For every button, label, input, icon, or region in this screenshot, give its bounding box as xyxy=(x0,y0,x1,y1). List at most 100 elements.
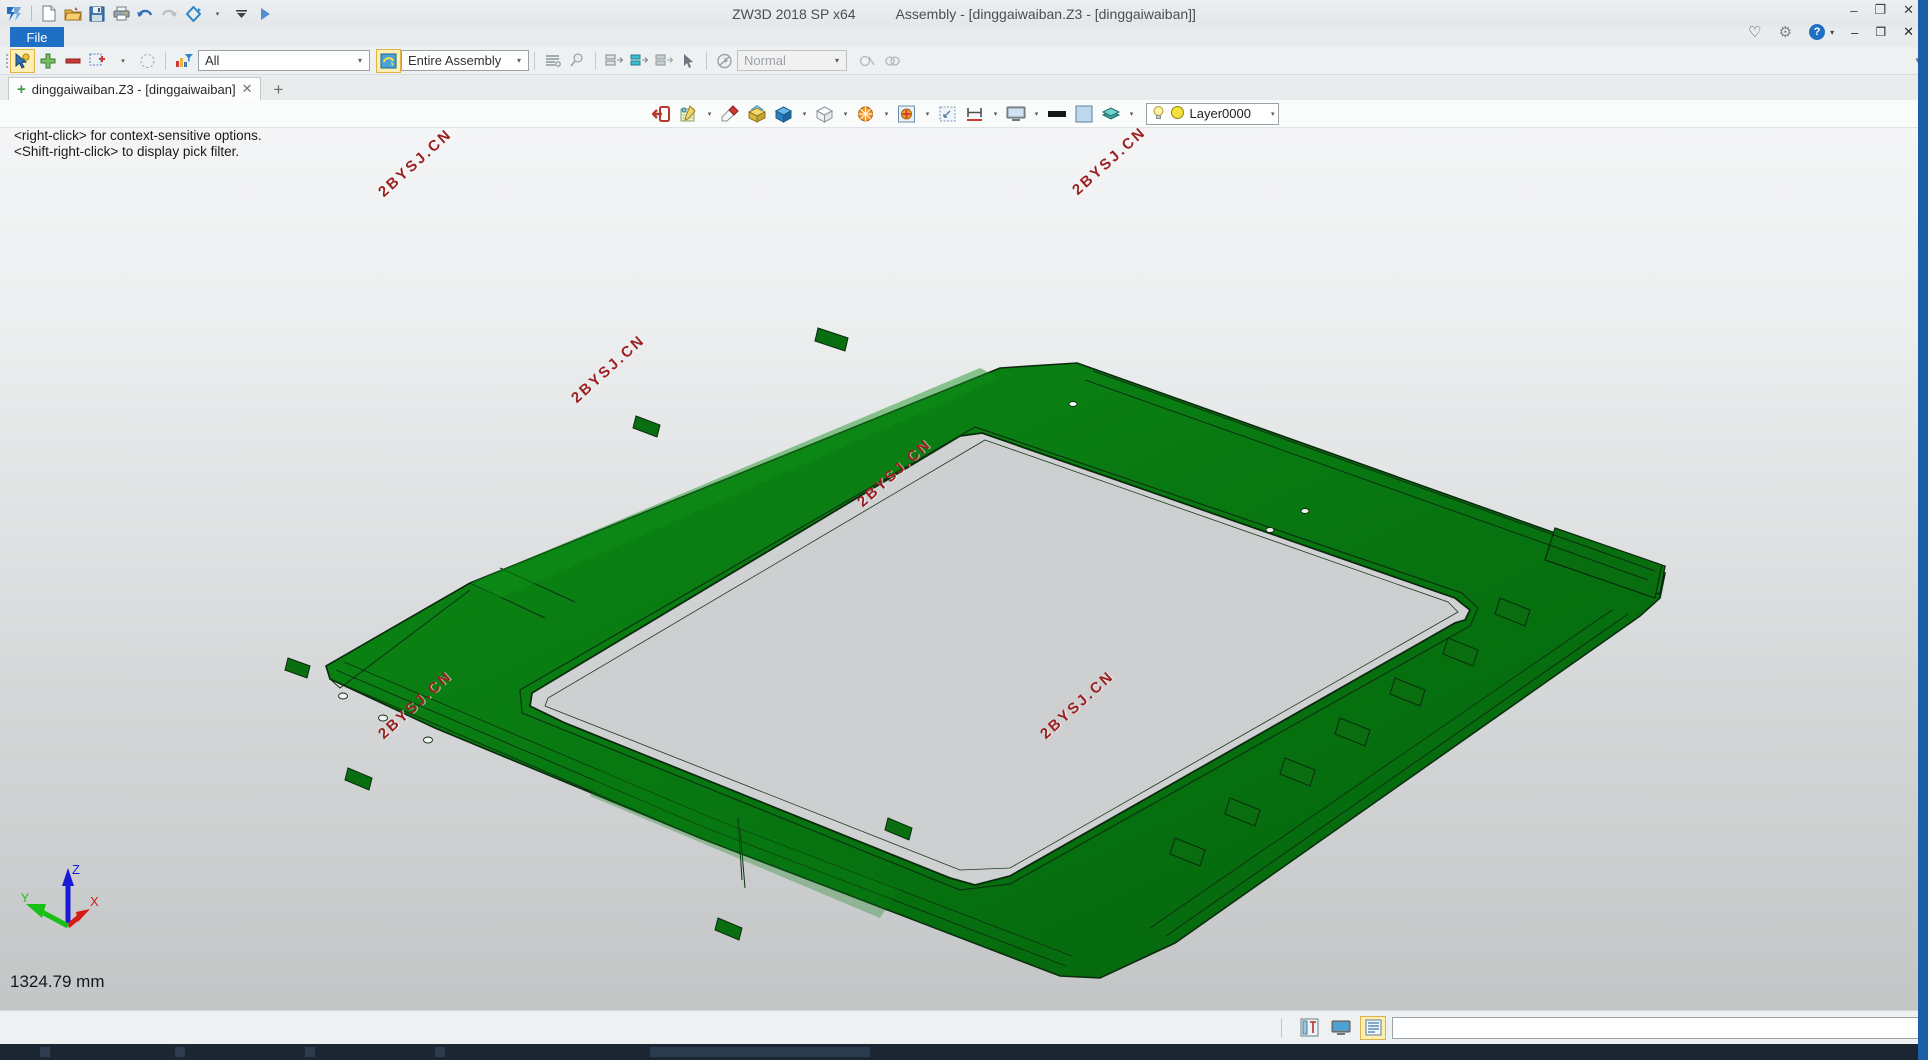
scope-value: Entire Assembly xyxy=(408,53,513,68)
layer-combo[interactable]: Layer0000 ▾ xyxy=(1146,103,1280,125)
app-logo-icon[interactable] xyxy=(3,3,25,25)
regen-icon[interactable] xyxy=(182,3,204,25)
display-monitor-icon[interactable] xyxy=(1328,1016,1354,1040)
document-tab-label: dinggaiwaiban.Z3 - [dinggaiwaiban] xyxy=(32,82,236,97)
remove-component-button[interactable] xyxy=(60,49,85,73)
measurement-readout: 1324.79 mm xyxy=(10,972,105,992)
section-view-button[interactable] xyxy=(855,49,880,73)
document-tab-close-icon[interactable]: ✕ xyxy=(242,81,253,97)
balloon-button[interactable] xyxy=(565,49,590,73)
favorites-heart-icon[interactable]: ♡ xyxy=(1748,23,1761,41)
window-controls-inner-group: ♡ ⚙ ? ▾ – ❐ ✕ xyxy=(1748,23,1914,41)
regen-caret-icon[interactable]: ▾ xyxy=(206,3,228,25)
customize-qat-icon[interactable] xyxy=(230,3,252,25)
zoom-window-icon[interactable] xyxy=(935,102,961,126)
black-swatch-icon[interactable] xyxy=(1044,102,1070,126)
screen-display-caret-icon[interactable]: ▾ xyxy=(1030,102,1043,126)
bom-button[interactable] xyxy=(540,49,565,73)
display-mode-caret-icon[interactable]: ▾ xyxy=(831,56,843,65)
add-component-button[interactable] xyxy=(35,49,60,73)
taskbar-item[interactable] xyxy=(435,1047,445,1057)
sketch-caret-icon[interactable]: ▾ xyxy=(703,102,716,126)
layer-name: Layer0000 xyxy=(1190,106,1265,121)
eraser-icon[interactable] xyxy=(717,102,743,126)
target-point-icon[interactable] xyxy=(894,102,920,126)
layer-caret-icon[interactable]: ▾ xyxy=(1271,110,1275,118)
car-roof-panel-model[interactable] xyxy=(0,128,1928,1010)
display-mode-combo[interactable]: Normal ▾ xyxy=(737,50,847,71)
scope-combo[interactable]: Entire Assembly ▾ xyxy=(401,50,529,71)
document-tab-bar: + dinggaiwaiban.Z3 - [dinggaiwaiban] ✕ + xyxy=(0,75,1928,100)
target-point-caret-icon[interactable]: ▾ xyxy=(921,102,934,126)
scope-caret-icon[interactable]: ▾ xyxy=(513,56,525,65)
measure-distance-icon[interactable] xyxy=(962,102,988,126)
measure-caret-icon[interactable]: ▾ xyxy=(989,102,1002,126)
print-icon[interactable] xyxy=(110,3,132,25)
app-title: ZW3D 2018 SP x64 xyxy=(732,6,855,22)
document-tab[interactable]: + dinggaiwaiban.Z3 - [dinggaiwaiban] ✕ xyxy=(8,77,261,100)
scope-icon[interactable] xyxy=(376,49,401,73)
save-icon[interactable] xyxy=(86,3,108,25)
title-bar: ▾ ZW3D 2018 SP x64 Assembly - [dinggaiwa… xyxy=(0,0,1928,27)
constraint-caret-icon[interactable]: ▾ xyxy=(110,49,135,73)
explode-first-button[interactable] xyxy=(601,49,626,73)
title-bar-text-group: ZW3D 2018 SP x64 Assembly - [dinggaiwaib… xyxy=(0,0,1928,27)
solid-cube-icon[interactable] xyxy=(771,102,797,126)
graphics-viewport[interactable]: <right-click> for context-sensitive opti… xyxy=(0,128,1928,1010)
interference-check-button[interactable] xyxy=(880,49,905,73)
open-folder-icon[interactable] xyxy=(62,3,84,25)
taskbar-active-item[interactable] xyxy=(650,1047,870,1057)
play-icon[interactable] xyxy=(254,3,276,25)
taskbar-item[interactable] xyxy=(305,1047,315,1057)
layer-stack-icon[interactable] xyxy=(1098,102,1124,126)
new-tab-button[interactable]: + xyxy=(261,80,295,100)
mdi-restore-button[interactable]: ❐ xyxy=(1875,25,1886,39)
axis-label-x: X xyxy=(90,894,99,909)
filter-icon[interactable] xyxy=(171,49,196,73)
command-log-icon[interactable] xyxy=(1360,1016,1386,1040)
screen-display-icon[interactable] xyxy=(1003,102,1029,126)
mdi-minimize-button[interactable]: – xyxy=(1851,25,1858,40)
help-icon[interactable]: ? xyxy=(1809,24,1825,40)
toolbar-divider-3 xyxy=(595,52,596,70)
explode-third-button[interactable] xyxy=(651,49,676,73)
blue-swatch-icon[interactable] xyxy=(1071,102,1097,126)
visual-style-button[interactable] xyxy=(712,49,737,73)
layer-stack-caret-icon[interactable]: ▾ xyxy=(1125,102,1138,126)
qat-divider-1 xyxy=(31,6,32,21)
window-close-button[interactable]: ✕ xyxy=(1903,2,1914,18)
explode-second-button[interactable] xyxy=(626,49,651,73)
selection-filter-combo[interactable]: All ▾ xyxy=(198,50,370,71)
new-file-icon[interactable] xyxy=(38,3,60,25)
pick-select-button[interactable] xyxy=(10,49,35,73)
taskbar-item[interactable] xyxy=(175,1047,185,1057)
view-toolbar: ▾ xyxy=(0,100,1928,128)
sketch-icon[interactable] xyxy=(676,102,702,126)
layer-visibility-bulb-icon[interactable] xyxy=(1152,105,1165,123)
cursor-button[interactable] xyxy=(676,49,701,73)
help-caret-icon[interactable]: ▾ xyxy=(1830,28,1834,37)
undo-icon[interactable] xyxy=(134,3,156,25)
selection-filter-caret-icon[interactable]: ▾ xyxy=(354,56,366,65)
settings-gear-icon[interactable]: ⚙ xyxy=(1779,23,1792,41)
orange-sphere-icon[interactable] xyxy=(853,102,879,126)
exit-view-icon[interactable] xyxy=(649,102,675,126)
constraint-button[interactable] xyxy=(85,49,110,73)
coordinate-axes-triad[interactable]: Z X Y xyxy=(20,860,112,948)
tab-file[interactable]: File xyxy=(10,27,64,47)
pattern-button[interactable] xyxy=(135,49,160,73)
solid-cube-caret-icon[interactable]: ▾ xyxy=(798,102,811,126)
wireframe-cube-caret-icon[interactable]: ▾ xyxy=(839,102,852,126)
window-minimize-button[interactable]: – xyxy=(1850,3,1857,18)
manager-panel-icon[interactable] xyxy=(1296,1016,1322,1040)
toolbar-divider-1 xyxy=(165,52,166,70)
wireframe-cube-icon[interactable] xyxy=(812,102,838,126)
window-restore-button[interactable]: ❐ xyxy=(1874,2,1886,18)
orange-sphere-caret-icon[interactable]: ▾ xyxy=(880,102,893,126)
command-input[interactable] xyxy=(1392,1017,1920,1039)
mdi-close-button[interactable]: ✕ xyxy=(1903,24,1914,40)
open-box-icon[interactable] xyxy=(744,102,770,126)
taskbar-item[interactable] xyxy=(40,1047,50,1057)
toolbar-grip[interactable] xyxy=(3,52,10,70)
redo-icon[interactable] xyxy=(158,3,180,25)
